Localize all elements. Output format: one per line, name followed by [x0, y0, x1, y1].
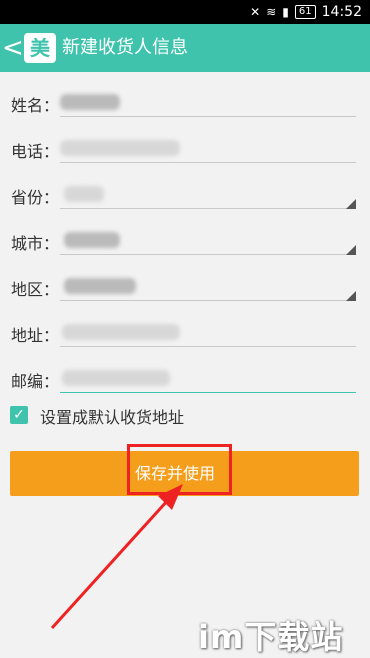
watermark: im下载站	[198, 618, 344, 656]
pointer-arrow	[50, 484, 183, 630]
arrow-shaft	[50, 498, 170, 630]
